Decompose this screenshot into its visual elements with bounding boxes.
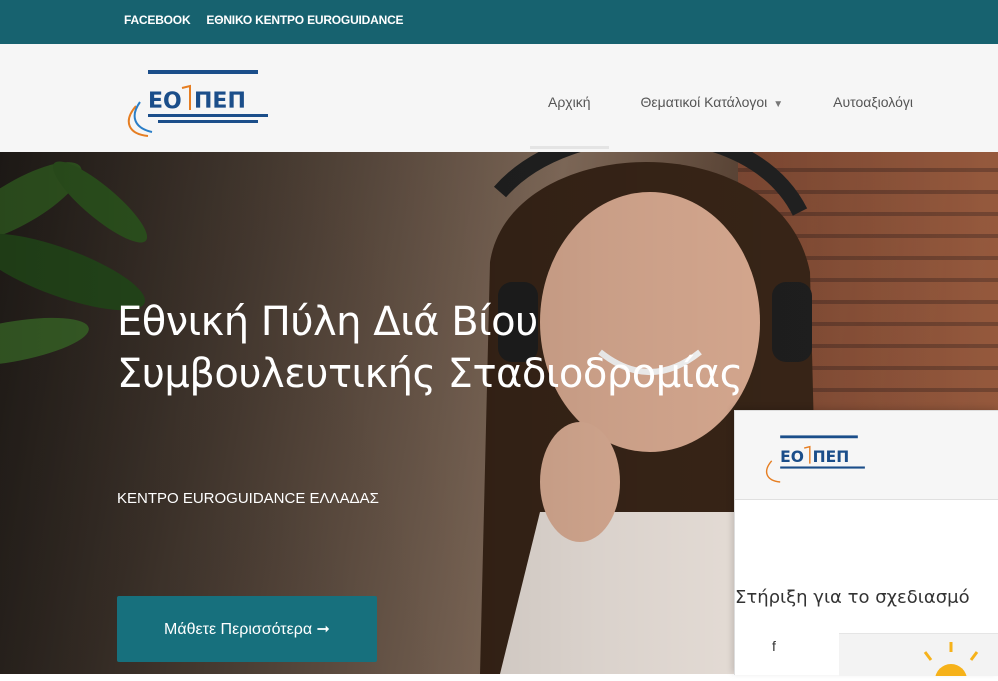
- nav-item-home[interactable]: Αρχική: [530, 94, 608, 149]
- hero-subtitle: ΚΕΝΤΡΟ EUROGUIDANCE ΕΛΛΑΔΑΣ: [117, 490, 379, 507]
- svg-text:ΕΟ: ΕΟ: [148, 89, 182, 114]
- hero-title-line1: Εθνική Πύλη Διά Βίου: [117, 299, 538, 345]
- overlay-popup: ΕΟ ΠΕΠ Στήριξη για το σχεδιασμό f: [734, 410, 998, 681]
- svg-text:ΠΕΠ: ΠΕΠ: [194, 89, 246, 114]
- chevron-down-icon: ▼: [773, 99, 784, 110]
- top-links: FACEBOOK ΕΘΝΙΚΟ ΚΕΝΤΡΟ EUROGUIDANCE: [124, 13, 404, 27]
- facebook-link[interactable]: FACEBOOK: [124, 13, 191, 27]
- main-nav: Αρχική Θεματικοί Κατάλογοι ▼ Αυτοαξιολόγι: [530, 94, 963, 149]
- nav-item-catalogs[interactable]: Θεματικοί Κατάλογοι ▼: [641, 94, 784, 110]
- nav-item-label: Αρχική: [548, 94, 591, 110]
- nav-item-label: Θεματικοί Κατάλογοι: [640, 94, 768, 110]
- facebook-icon[interactable]: f: [761, 633, 787, 659]
- hero-title: Εθνική Πύλη Διά Βίου Συμβουλευτικής Σταδι…: [117, 296, 743, 400]
- euroguidance-link[interactable]: ΕΘΝΙΚΟ ΚΕΝΤΡΟ EUROGUIDANCE: [206, 13, 403, 27]
- svg-text:ΠΕΠ: ΠΕΠ: [813, 448, 850, 466]
- nav-item-self-assessment[interactable]: Αυτοαξιολόγι: [833, 94, 913, 110]
- nav-item-label: Αυτοαξιολόγι: [833, 94, 913, 110]
- popup-text: Στήριξη για το σχεδιασμό: [735, 587, 970, 608]
- svg-text:ΕΟ: ΕΟ: [780, 448, 804, 466]
- sun-image: [839, 633, 998, 681]
- site-header: ΕΟ ΠΕΠ Αρχική Θεματικοί Κατάλογοι ▼ Αυτοα…: [0, 44, 998, 153]
- eoppep-logo[interactable]: ΕΟ ΠΕΠ: [759, 429, 879, 487]
- learn-more-button[interactable]: Μάθετε Περισσότερα ➞: [117, 596, 377, 662]
- hero-title-line2: Συμβουλευτικής Σταδιοδρομίας: [117, 351, 743, 397]
- popup-header: ΕΟ ΠΕΠ: [735, 411, 998, 500]
- top-bar: FACEBOOK ΕΘΝΙΚΟ ΚΕΝΤΡΟ EUROGUIDANCE: [0, 0, 998, 44]
- eoppep-logo[interactable]: ΕΟ ΠΕΠ: [118, 66, 288, 138]
